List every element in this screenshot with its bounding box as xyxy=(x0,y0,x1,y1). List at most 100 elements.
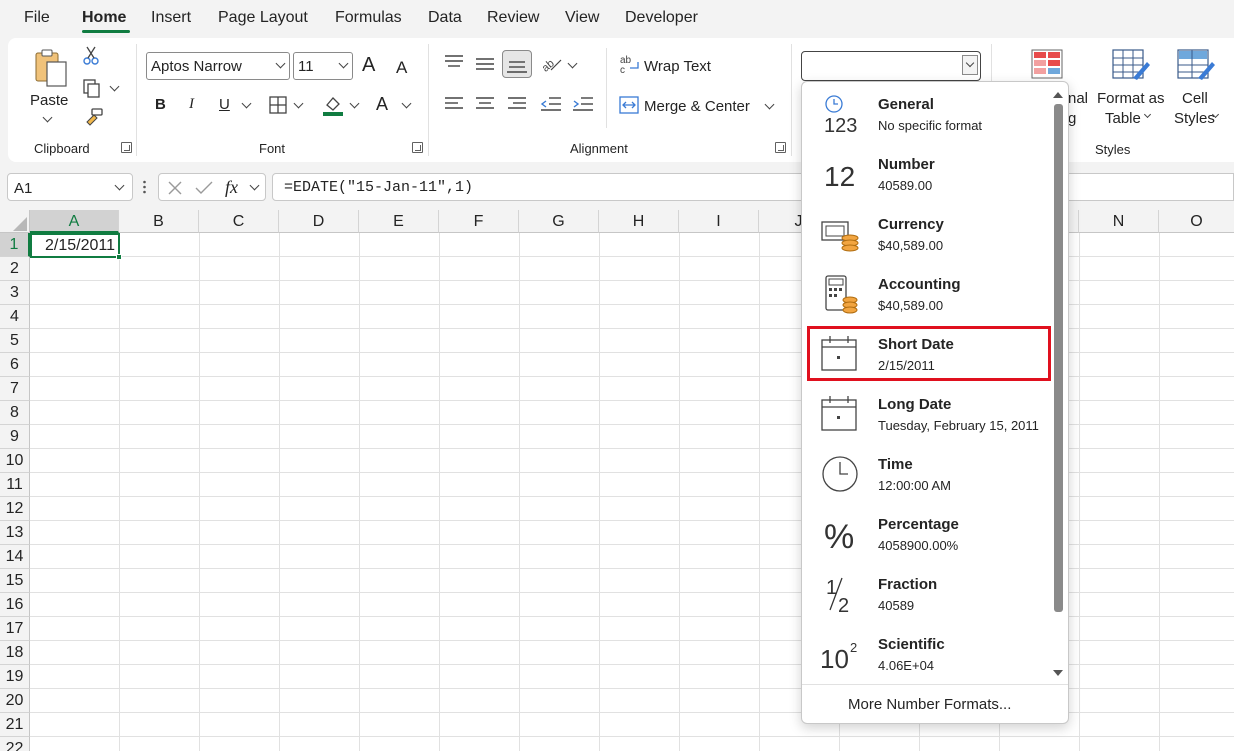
align-center-icon[interactable] xyxy=(475,96,495,112)
number-format-combo[interactable] xyxy=(801,51,981,81)
column-header-h[interactable]: H xyxy=(599,210,679,233)
fill-handle[interactable] xyxy=(116,254,122,260)
fill-color-icon[interactable] xyxy=(322,94,344,116)
grow-font-button[interactable]: A xyxy=(362,54,375,77)
underline-button[interactable]: U xyxy=(219,96,230,113)
alignment-launcher-icon[interactable] xyxy=(775,142,786,153)
row-header[interactable]: 21 xyxy=(0,713,30,737)
tab-file[interactable]: File xyxy=(24,9,50,27)
borders-chevron-icon[interactable] xyxy=(293,98,304,109)
tab-insert[interactable]: Insert xyxy=(151,9,191,27)
row-header[interactable]: 2 xyxy=(0,257,30,281)
row-header[interactable]: 22 xyxy=(0,737,30,751)
row-header[interactable]: 4 xyxy=(0,305,30,329)
row-header[interactable]: 13 xyxy=(0,521,30,545)
paste-label[interactable]: Paste xyxy=(30,92,68,109)
name-box-chevron-icon[interactable] xyxy=(114,180,125,191)
wrap-text-icon[interactable]: ab c xyxy=(620,54,640,76)
column-header-g[interactable]: G xyxy=(519,210,599,233)
row-header[interactable]: 11 xyxy=(0,473,30,497)
row-header[interactable]: 9 xyxy=(0,425,30,449)
tab-review[interactable]: Review xyxy=(487,9,539,27)
name-box[interactable]: A1 xyxy=(7,173,133,201)
cell-styles-icon[interactable] xyxy=(1176,48,1216,82)
row-header[interactable]: 19 xyxy=(0,665,30,689)
row-header[interactable]: 10 xyxy=(0,449,30,473)
column-header-f[interactable]: F xyxy=(439,210,519,233)
row-header[interactable]: 5 xyxy=(0,329,30,353)
insert-function-chevron-icon[interactable] xyxy=(249,180,260,191)
merge-center-chevron-icon[interactable] xyxy=(764,99,775,110)
orientation-icon[interactable]: ab xyxy=(540,54,563,75)
align-bottom-button[interactable] xyxy=(502,50,532,78)
shrink-font-button[interactable]: A xyxy=(396,58,407,78)
column-header-o[interactable]: O xyxy=(1159,210,1234,233)
font-color-button[interactable]: A xyxy=(376,94,388,115)
align-top-icon[interactable] xyxy=(444,54,464,70)
bold-button[interactable]: B xyxy=(155,96,166,113)
row-header[interactable]: 14 xyxy=(0,545,30,569)
underline-chevron-icon[interactable] xyxy=(241,98,252,109)
column-header-b[interactable]: B xyxy=(119,210,199,233)
row-header[interactable]: 15 xyxy=(0,569,30,593)
column-header-a[interactable]: A xyxy=(30,210,119,233)
row-header[interactable]: 17 xyxy=(0,617,30,641)
row-header[interactable]: 1 xyxy=(0,233,30,257)
column-header-n[interactable]: N xyxy=(1079,210,1159,233)
format-item-percentage[interactable]: % Percentage 4058900.00% xyxy=(802,502,1050,562)
row-header[interactable]: 7 xyxy=(0,377,30,401)
format-painter-icon[interactable] xyxy=(82,108,104,128)
number-format-dropdown-button[interactable] xyxy=(962,55,978,75)
copy-chevron-icon[interactable] xyxy=(109,81,120,92)
paste-icon[interactable] xyxy=(32,48,70,90)
clipboard-launcher-icon[interactable] xyxy=(121,142,132,153)
row-header[interactable]: 3 xyxy=(0,281,30,305)
tab-developer[interactable]: Developer xyxy=(625,9,698,27)
column-header-c[interactable]: C xyxy=(199,210,279,233)
merge-center-icon[interactable] xyxy=(619,96,639,114)
fill-color-chevron-icon[interactable] xyxy=(349,98,360,109)
cell-styles-label-1[interactable]: Cell xyxy=(1182,90,1208,107)
font-color-chevron-icon[interactable] xyxy=(401,98,412,109)
align-middle-icon[interactable] xyxy=(475,56,495,72)
column-header-i[interactable]: I xyxy=(679,210,759,233)
paste-chevron-icon[interactable] xyxy=(42,112,53,123)
row-header[interactable]: 6 xyxy=(0,353,30,377)
copy-icon[interactable] xyxy=(82,78,102,98)
font-size-combo[interactable]: 11 xyxy=(293,52,353,80)
tab-formulas[interactable]: Formulas xyxy=(335,9,402,27)
insert-function-button[interactable]: fx xyxy=(225,177,238,198)
orientation-chevron-icon[interactable] xyxy=(567,58,578,69)
cell-a1[interactable]: 2/15/2011 xyxy=(30,233,122,260)
format-item-accounting[interactable]: Accounting $40,589.00 xyxy=(802,262,1050,322)
conditional-formatting-label-1[interactable]: nal xyxy=(1068,90,1088,107)
more-number-formats-link[interactable]: More Number Formats... xyxy=(848,696,1011,713)
dropdown-scroll-thumb[interactable] xyxy=(1054,104,1063,612)
italic-button[interactable]: I xyxy=(189,96,194,113)
conditional-formatting-label-2[interactable]: g xyxy=(1068,110,1076,127)
cut-icon[interactable] xyxy=(82,46,100,66)
format-item-general[interactable]: 123 General No specific format xyxy=(802,82,1050,142)
conditional-formatting-icon[interactable] xyxy=(1030,48,1064,80)
wrap-text-button[interactable]: Wrap Text xyxy=(644,58,711,75)
format-as-table-chevron-icon[interactable] xyxy=(1143,110,1152,119)
column-header-d[interactable]: D xyxy=(279,210,359,233)
cell-styles-label-2[interactable]: Styles xyxy=(1174,110,1215,127)
formula-input[interactable]: =EDATE("15-Jan-11",1) xyxy=(272,173,1234,201)
format-item-time[interactable]: Time 12:00:00 AM xyxy=(802,442,1050,502)
row-header[interactable]: 20 xyxy=(0,689,30,713)
row-header[interactable]: 8 xyxy=(0,401,30,425)
format-item-number[interactable]: 12 Number 40589.00 xyxy=(802,142,1050,202)
enter-check-icon[interactable] xyxy=(195,180,213,196)
decrease-indent-icon[interactable] xyxy=(540,96,562,112)
format-as-table-icon[interactable] xyxy=(1111,48,1151,82)
select-all-corner[interactable] xyxy=(0,210,30,233)
font-launcher-icon[interactable] xyxy=(412,142,423,153)
format-item-long-date[interactable]: Long Date Tuesday, February 15, 2011 xyxy=(802,382,1050,442)
row-header[interactable]: 12 xyxy=(0,497,30,521)
row-header[interactable]: 18 xyxy=(0,641,30,665)
format-as-table-label-1[interactable]: Format as xyxy=(1097,90,1165,107)
increase-indent-icon[interactable] xyxy=(572,96,594,112)
tab-home[interactable]: Home xyxy=(82,9,126,27)
tab-data[interactable]: Data xyxy=(428,9,462,27)
